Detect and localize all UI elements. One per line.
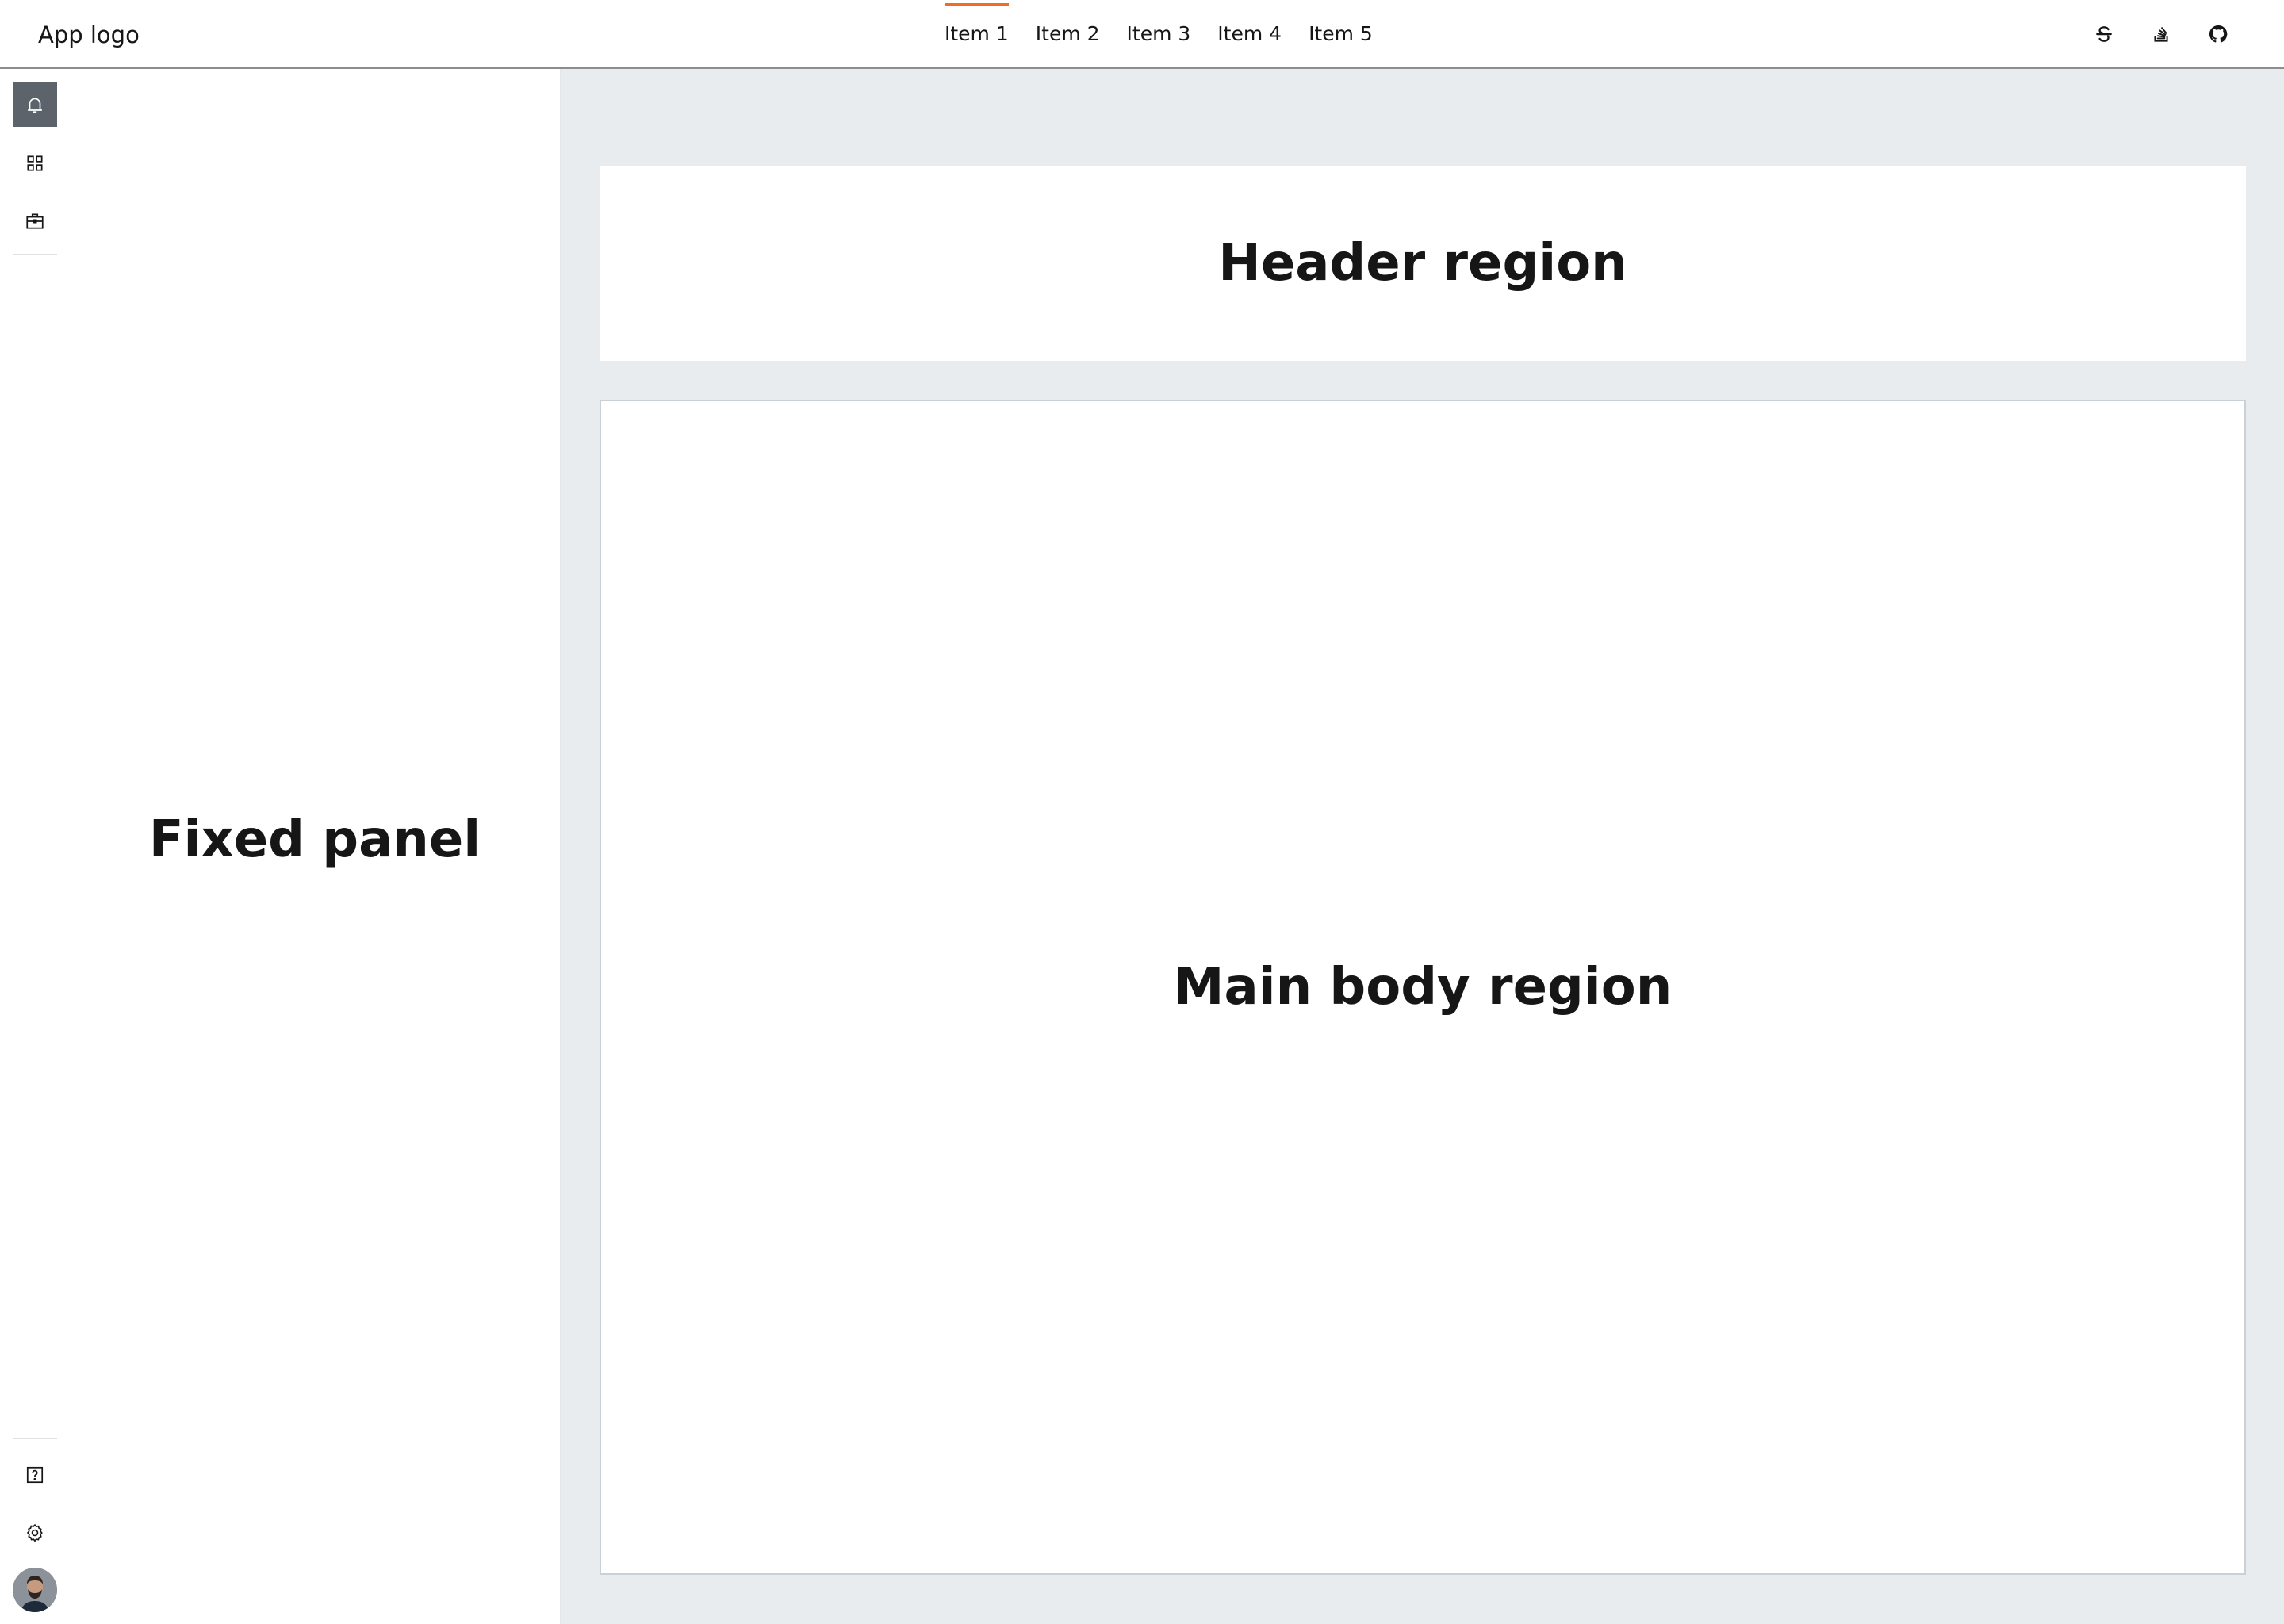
user-avatar[interactable] [13,1568,57,1612]
notification-bell-icon[interactable] [13,82,57,127]
fixed-panel-label: Fixed panel [148,810,481,869]
briefcase-icon[interactable] [13,199,57,243]
nav-item-1[interactable]: Item 1 [940,0,1022,67]
nav-item-4[interactable]: Item 4 [1204,0,1295,67]
header-region-label: Header region [1218,234,1627,293]
top-actions [2083,13,2240,56]
app-logo[interactable]: App logo [38,19,140,51]
top-nav: Item 1 Item 2 Item 3 Item 4 Item 5 [940,0,1386,67]
rail-divider-bottom [13,1438,57,1439]
strikethrough-s-icon[interactable] [2083,13,2125,56]
main-body-region-label: Main body region [1173,958,1673,1017]
main-body-region: Main body region [600,400,2246,1575]
help-icon[interactable] [13,1453,57,1497]
nav-item-5[interactable]: Item 5 [1295,0,1386,67]
fixed-panel: Fixed panel [70,69,561,1624]
content-area: Header region Main body region [561,69,2284,1624]
nav-item-3[interactable]: Item 3 [1113,0,1205,67]
grid-apps-icon[interactable] [13,141,57,186]
left-rail [0,69,70,1624]
rail-divider-top [13,254,57,255]
github-icon[interactable] [2197,13,2240,56]
settings-gear-icon[interactable] [13,1511,57,1555]
header-region: Header region [600,166,2246,361]
nav-item-2[interactable]: Item 2 [1022,0,1113,67]
top-bar: App logo Item 1 Item 2 Item 3 Item 4 Ite… [0,0,2284,69]
stack-overflow-icon[interactable] [2140,13,2182,56]
